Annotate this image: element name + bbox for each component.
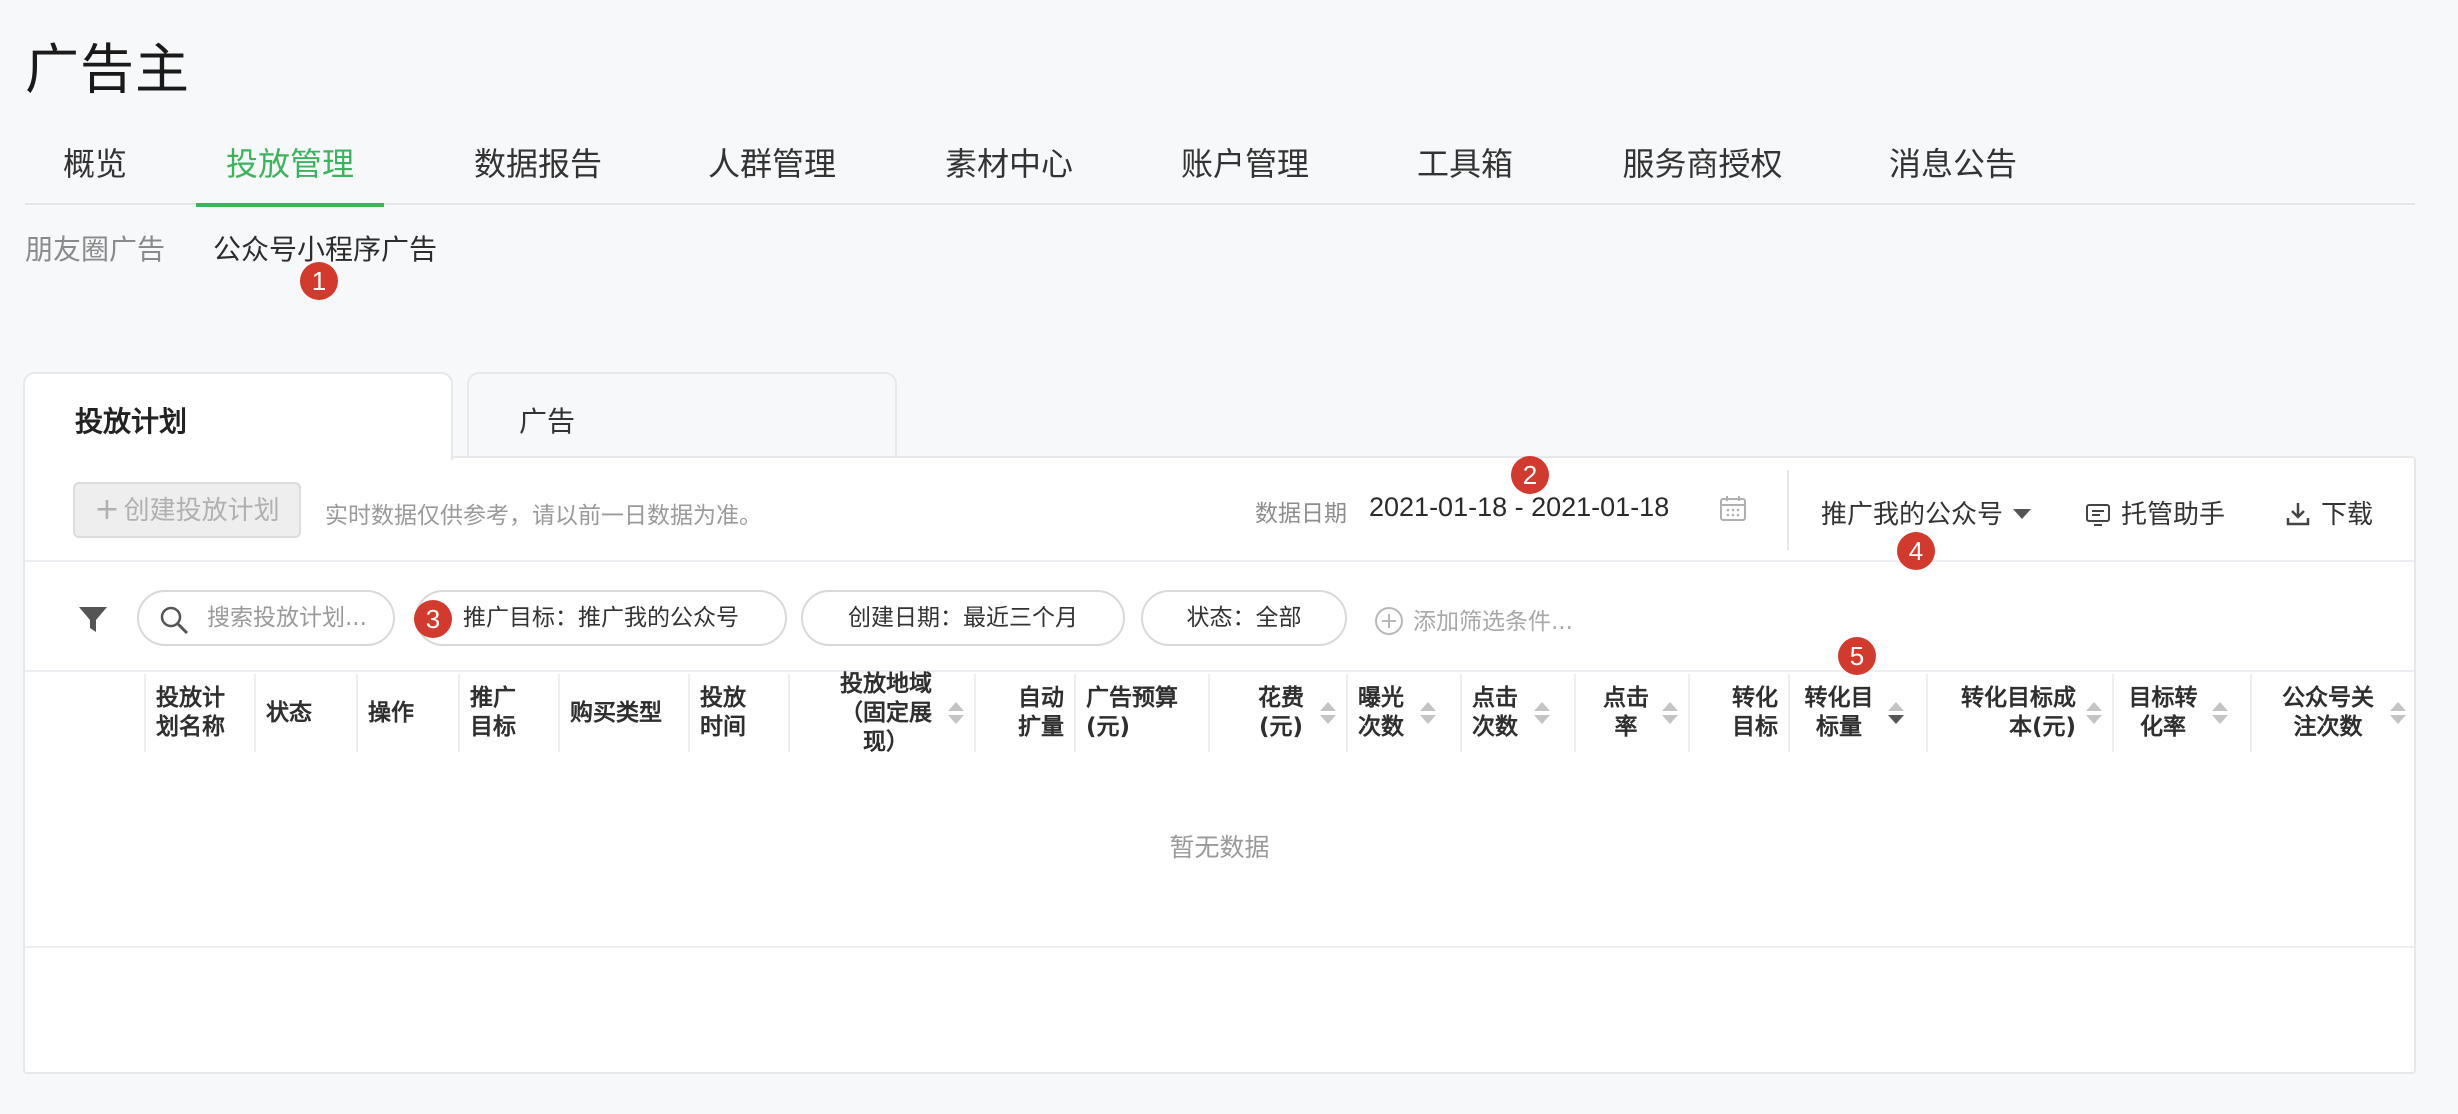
column-header-schedule[interactable]: 投放时间	[690, 674, 790, 752]
search-box[interactable]	[137, 590, 395, 646]
tab-ads[interactable]: 广告	[467, 372, 897, 458]
date-range-picker[interactable]: 2021-01-18 - 2021-01-18	[1369, 492, 1669, 523]
add-filter-button[interactable]: 添加筛选条件...	[1375, 602, 1573, 636]
column-header-campaign-name[interactable]: 投放计划名称	[146, 674, 256, 752]
toolbar: + 创建投放计划 实时数据仅供参考，请以前一日数据为准。 数据日期 2021-01…	[25, 458, 2414, 562]
nav-item-overview[interactable]: 概览	[55, 130, 135, 205]
column-header-select	[25, 674, 146, 752]
nav-item-agency-authorization[interactable]: 服务商授权	[1610, 130, 1795, 205]
app-title: 广告主	[25, 38, 190, 101]
sort-icon[interactable]	[2390, 702, 2406, 724]
nav-item-material-center[interactable]: 素材中心	[934, 130, 1084, 205]
search-icon	[160, 606, 189, 635]
download-icon	[2286, 503, 2310, 526]
annotation-badge-4: 4	[1897, 532, 1935, 570]
table-header: 投放计划名称 状态 操作 推广目标 购买类型 投放时间 投放地域（固定展现） 自…	[25, 671, 2416, 755]
filter-chip-status[interactable]: 状态：全部	[1141, 590, 1347, 646]
nav-item-audience-management[interactable]: 人群管理	[697, 130, 847, 205]
date-label: 数据日期	[1255, 501, 1347, 527]
sort-icon[interactable]	[948, 702, 964, 724]
sort-icon[interactable]	[1534, 702, 1550, 724]
plus-circle-icon	[1375, 607, 1403, 635]
nav-item-toolbox[interactable]: 工具箱	[1405, 130, 1525, 205]
column-header-auto-expand[interactable]: 自动扩量	[976, 674, 1076, 752]
sub-nav-moments-ads[interactable]: 朋友圈广告	[25, 228, 165, 268]
sort-icon[interactable]	[1420, 702, 1436, 724]
filter-chip-promotion-goal[interactable]: 推广目标：推广我的公众号	[415, 590, 787, 646]
annotation-badge-1: 1	[300, 262, 338, 300]
column-header-region[interactable]: 投放地域（固定展现）	[790, 671, 976, 755]
column-header-conversion-cost[interactable]: 转化目标成本(元)	[1928, 674, 2114, 752]
column-header-promotion-goal[interactable]: 推广目标	[460, 674, 560, 752]
filter-bar: 推广目标：推广我的公众号 创建日期：最近三个月 状态：全部 添加筛选条件...	[25, 562, 2414, 672]
column-header-budget[interactable]: 广告预算(元)	[1076, 674, 1210, 752]
plus-icon: +	[94, 492, 120, 527]
annotation-badge-3: 3	[414, 600, 452, 638]
filter-funnel-icon[interactable]	[77, 604, 109, 636]
campaign-panel: + 创建投放计划 实时数据仅供参考，请以前一日数据为准。 数据日期 2021-01…	[23, 456, 2416, 1074]
nav-item-account-management[interactable]: 账户管理	[1170, 130, 1320, 205]
column-header-ctr[interactable]: 点击率	[1576, 674, 1690, 752]
sort-icon[interactable]	[1662, 702, 1678, 724]
column-header-operation[interactable]: 操作	[358, 674, 460, 752]
table-body: 暂无数据	[25, 752, 2414, 948]
annotation-badge-5: 5	[1838, 637, 1876, 675]
column-header-conversion-rate[interactable]: 目标转化率	[2114, 674, 2252, 752]
sort-icon[interactable]	[2212, 702, 2228, 724]
column-header-purchase-type[interactable]: 购买类型	[560, 674, 690, 752]
monitor-icon	[2086, 504, 2110, 526]
nav-item-campaign-management[interactable]: 投放管理	[196, 130, 384, 207]
realtime-data-hint: 实时数据仅供参考，请以前一日数据为准。	[325, 503, 762, 529]
tab-campaign-plan[interactable]: 投放计划	[23, 372, 453, 460]
managed-assistant-button[interactable]: 托管助手	[2085, 494, 2225, 531]
nav-item-data-report[interactable]: 数据报告	[463, 130, 613, 205]
account-select[interactable]: 推广我的公众号	[1821, 494, 2032, 531]
calendar-icon[interactable]	[1719, 494, 1747, 522]
sort-icon[interactable]	[2086, 702, 2102, 724]
column-header-clicks[interactable]: 点击次数	[1462, 674, 1576, 752]
empty-state-text: 暂无数据	[1169, 833, 1270, 862]
main-nav: 概览 投放管理 数据报告 人群管理 素材中心 账户管理 工具箱 服务商授权 消息…	[25, 130, 2415, 207]
column-header-conversion-volume[interactable]: 转化目标量	[1790, 674, 1928, 752]
column-header-status[interactable]: 状态	[256, 674, 358, 752]
caret-down-icon	[2013, 509, 2032, 519]
annotation-badge-2: 2	[1511, 456, 1549, 494]
column-header-conversion-goal[interactable]: 转化目标	[1690, 674, 1790, 752]
column-header-impressions[interactable]: 曝光次数	[1348, 674, 1462, 752]
search-input[interactable]	[207, 602, 387, 634]
download-button[interactable]: 下载	[2285, 494, 2373, 531]
nav-item-announcements[interactable]: 消息公告	[1878, 130, 2028, 205]
create-campaign-button[interactable]: + 创建投放计划	[73, 482, 301, 538]
column-header-follows[interactable]: 公众号关注次数	[2252, 674, 2416, 752]
toolbar-divider	[1787, 470, 1789, 550]
sort-icon[interactable]	[1888, 702, 1904, 724]
sort-icon[interactable]	[1320, 702, 1336, 724]
column-header-cost[interactable]: 花费(元)	[1210, 674, 1348, 752]
filter-chip-create-date[interactable]: 创建日期：最近三个月	[801, 590, 1125, 646]
